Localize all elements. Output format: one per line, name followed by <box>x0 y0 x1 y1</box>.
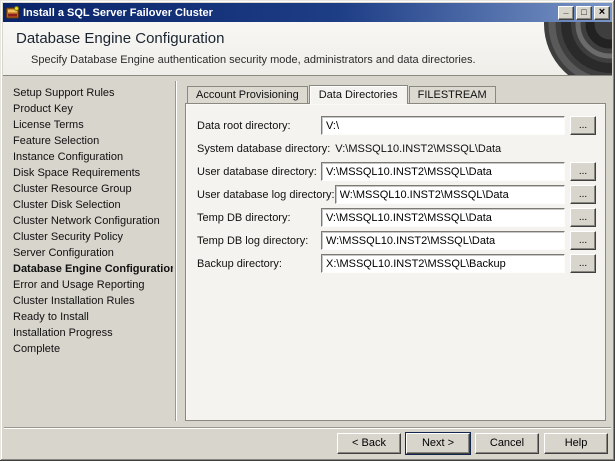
temp-db-log-directory-label: Temp DB log directory: <box>197 234 309 247</box>
field-row-temp-db-log-directory: Temp DB log directory:... <box>197 230 596 251</box>
footer-buttons: < Back Next > Cancel Help <box>4 427 611 458</box>
body: Setup Support Rules Product Key License Te… <box>3 76 612 427</box>
minimize-button[interactable]: _ <box>558 4 574 20</box>
next-button[interactable]: Next > <box>406 432 470 454</box>
user-database-log-directory-browse-button[interactable]: ... <box>570 185 596 204</box>
temp-db-directory-label: Temp DB directory: <box>197 211 291 224</box>
window-title: Install a SQL Server Failover Cluster <box>23 6 213 19</box>
sidebar-item-instance-configuration: Instance Configuration <box>13 151 124 163</box>
data-root-directory-browse-button[interactable]: ... <box>570 116 596 135</box>
temp-db-directory-browse-button[interactable]: ... <box>570 208 596 227</box>
page-title: Database Engine Configuration <box>16 30 225 47</box>
tab-filestream[interactable]: FILESTREAM <box>408 86 496 103</box>
system-database-directory-value: V:\MSSQL10.INST2\MSSQL\Data <box>335 142 502 155</box>
close-button[interactable]: × <box>594 5 610 20</box>
temp-db-log-directory-browse-button[interactable]: ... <box>570 231 596 250</box>
backup-directory-label: Backup directory: <box>197 257 282 270</box>
sidebar-item-disk-space-requirements: Disk Space Requirements <box>13 167 141 179</box>
backup-directory-input[interactable] <box>321 254 565 273</box>
sidebar-item-cluster-resource-group: Cluster Resource Group <box>13 183 132 195</box>
field-row-data-root-directory: Data root directory:... <box>197 115 596 136</box>
sidebar-item-product-key: Product Key <box>13 103 73 115</box>
titlebar: Install a SQL Server Failover Cluster _ … <box>3 3 612 22</box>
window-controls: _ □ × <box>558 4 610 20</box>
temp-db-directory-input[interactable] <box>321 208 565 227</box>
sidebar-item-database-engine-configuration: Database Engine Configuration <box>13 263 173 275</box>
main-area: Account Provisioning Data Directories FILE… <box>177 81 606 421</box>
help-button[interactable]: Help <box>544 432 608 454</box>
page-subtitle: Specify Database Engine authentication s… <box>31 54 476 66</box>
header: Database Engine Configuration Specify Da… <box>3 22 612 76</box>
field-row-user-database-log-directory: User database log directory:... <box>197 184 596 205</box>
installer-icon <box>6 6 19 19</box>
maximize-button[interactable]: □ <box>576 5 592 20</box>
field-row-user-database-directory: User database directory:... <box>197 161 596 182</box>
installer-window: Install a SQL Server Failover Cluster _ … <box>0 0 615 461</box>
user-database-directory-input[interactable] <box>321 162 565 181</box>
user-database-directory-browse-button[interactable]: ... <box>570 162 596 181</box>
close-icon: × <box>598 6 606 18</box>
fields-container: Data root directory:...System database d… <box>186 104 605 274</box>
minimize-icon: _ <box>563 4 569 15</box>
user-database-log-directory-input[interactable] <box>334 185 565 204</box>
sidebar-item-cluster-security-policy: Cluster Security Policy <box>13 231 124 243</box>
back-button[interactable]: < Back <box>337 432 401 454</box>
sidebar-item-cluster-disk-selection: Cluster Disk Selection <box>13 199 121 211</box>
backup-directory-browse-button[interactable]: ... <box>570 254 596 273</box>
maximize-icon: □ <box>581 7 587 17</box>
tab-data-directories[interactable]: Data Directories <box>308 85 408 104</box>
data-directories-panel: Data root directory:...System database d… <box>185 103 606 421</box>
temp-db-log-directory-input[interactable] <box>321 231 565 250</box>
system-database-directory-label: System database directory: <box>197 142 331 155</box>
sidebar-item-cluster-installation-rules: Cluster Installation Rules <box>13 295 135 307</box>
sidebar-item-server-configuration: Server Configuration <box>13 247 114 259</box>
tab-account-provisioning[interactable]: Account Provisioning <box>187 86 308 103</box>
sidebar-item-error-and-usage-reporting: Error and Usage Reporting <box>13 279 145 291</box>
data-root-directory-label: Data root directory: <box>197 119 291 132</box>
sidebar-item-license-terms: License Terms <box>13 119 84 131</box>
sidebar-item-ready-to-install: Ready to Install <box>13 311 89 323</box>
user-database-directory-label: User database directory: <box>197 165 317 178</box>
sidebar-item-feature-selection: Feature Selection <box>13 135 100 147</box>
sidebar-item-complete: Complete <box>13 343 61 355</box>
cancel-button[interactable]: Cancel <box>475 432 539 454</box>
user-database-log-directory-label: User database log directory: <box>197 188 335 201</box>
data-root-directory-input[interactable] <box>321 116 565 135</box>
field-row-temp-db-directory: Temp DB directory:... <box>197 207 596 228</box>
sidebar-item-setup-support-rules: Setup Support Rules <box>13 87 115 99</box>
field-row-system-database-directory: System database directory: V:\MSSQL10.INS… <box>197 138 596 159</box>
sidebar-nav: Setup Support Rules Product Key License Te… <box>9 81 173 421</box>
sidebar-item-cluster-network-configuration: Cluster Network Configuration <box>13 215 160 227</box>
tab-strip: Account Provisioning Data Directories FILE… <box>185 83 606 104</box>
field-row-backup-directory: Backup directory:... <box>197 253 596 274</box>
sidebar-item-installation-progress: Installation Progress <box>13 327 113 339</box>
